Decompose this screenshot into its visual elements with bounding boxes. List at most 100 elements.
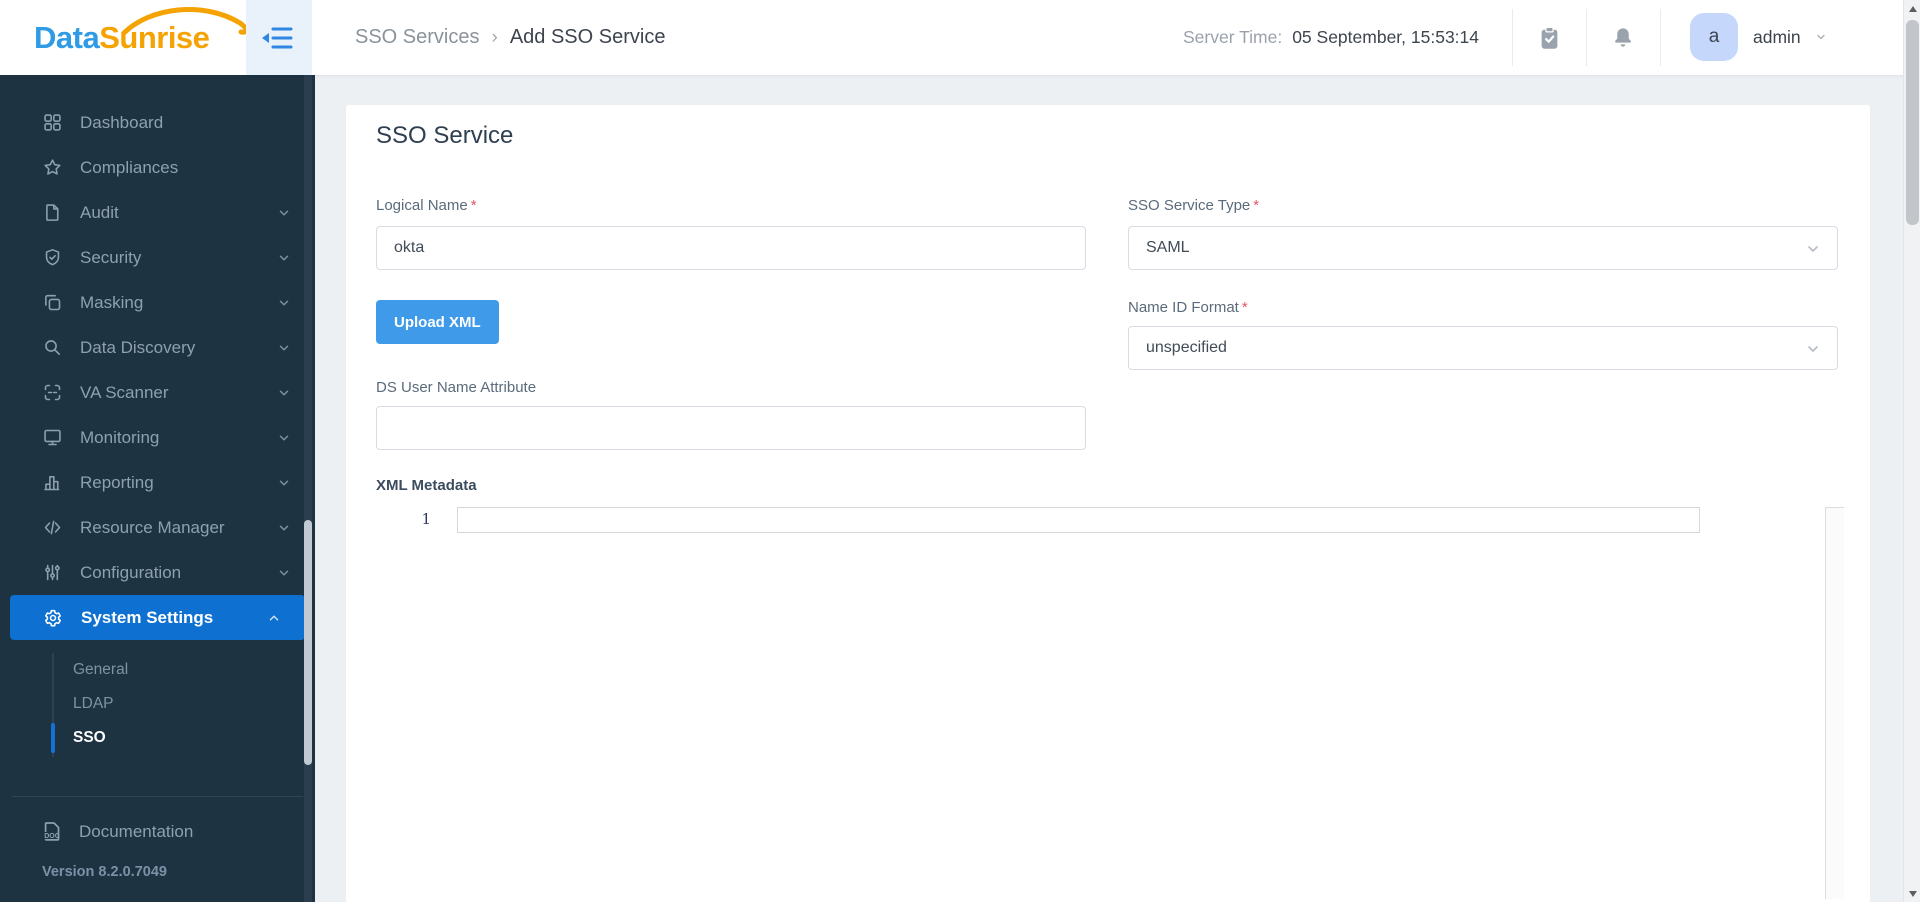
sidebar-scrollbar-track (304, 75, 312, 902)
sidebar-item-security[interactable]: Security (0, 235, 315, 280)
sidebar-item-label: Resource Manager (80, 517, 225, 537)
sidebar-item-compliances[interactable]: Compliances (0, 145, 315, 190)
svg-text:DOC: DOC (44, 833, 60, 840)
scan-frame-icon (44, 384, 61, 401)
subitem-label: SSO (73, 729, 106, 746)
sidebar-item-system-settings[interactable]: System Settings (10, 595, 305, 640)
search-icon (45, 340, 60, 355)
header-divider (1512, 9, 1513, 66)
datasunrise-logo[interactable]: Data Sunrise (34, 0, 249, 75)
copy-icon (45, 294, 61, 311)
dashboard-icon (44, 114, 61, 131)
documentation-label: Documentation (79, 821, 194, 841)
logo-text-data: Data (34, 19, 100, 55)
sidebar-subitem-general[interactable]: General (73, 653, 128, 687)
sunrise-arc-icon (121, 7, 249, 35)
server-time-label: Server Time: (1183, 27, 1283, 47)
sidebar-item-configuration[interactable]: Configuration (0, 550, 315, 595)
star-icon (44, 159, 61, 175)
sidebar-item-label: VA Scanner (80, 382, 169, 402)
scroll-up-button[interactable] (1904, 0, 1920, 17)
breadcrumb: SSO Services › Add SSO Service (355, 0, 665, 75)
sidebar-item-label: Security (80, 247, 142, 267)
required-asterisk: * (1241, 299, 1248, 316)
version-label: Version 8.2.0.7049 (42, 864, 167, 880)
chevron-down-icon (277, 251, 291, 265)
name-id-format-value: unspecified (1146, 339, 1227, 356)
submenu-active-indicator (51, 723, 55, 753)
tasks-button[interactable] (1530, 0, 1568, 75)
shield-check-icon (45, 249, 60, 266)
sidebar-subitem-ldap[interactable]: LDAP (73, 687, 114, 721)
sidebar-item-label: Monitoring (80, 427, 160, 447)
upload-xml-button[interactable]: Upload XML (376, 300, 499, 344)
sidebar-item-monitoring[interactable]: Monitoring (0, 415, 315, 460)
breadcrumb-add-sso-service: Add SSO Service (509, 26, 666, 48)
name-id-format-select[interactable]: unspecified (1128, 326, 1838, 370)
server-time-value: 05 September, 15:53:14 (1292, 27, 1480, 47)
bell-icon (1615, 28, 1631, 47)
header-divider (1586, 9, 1587, 66)
sso-service-type-value: SAML (1146, 239, 1190, 256)
sidebar-scrollbar-thumb[interactable] (304, 520, 312, 765)
sso-service-card: SSO Service Logical Name* Upload XML DS … (346, 105, 1870, 902)
sidebar-item-label: Audit (80, 202, 119, 222)
logical-name-label: Logical Name * (376, 197, 477, 214)
xml-editor-line[interactable] (457, 507, 1700, 533)
sidebar-item-audit[interactable]: Audit (0, 190, 315, 235)
sidebar-item-label: Data Discovery (80, 337, 196, 357)
user-menu[interactable]: admin (1753, 0, 1801, 75)
ds-user-name-attribute-input[interactable] (376, 406, 1086, 450)
sidebar-subitem-sso[interactable]: SSO (73, 721, 106, 755)
sidebar-item-label: Reporting (80, 472, 154, 492)
code-icon (44, 520, 61, 535)
breadcrumb-separator: › (491, 26, 498, 48)
sidebar-item-resource-manager[interactable]: Resource Manager (0, 505, 315, 550)
documentation-link[interactable]: DOC Documentation (0, 819, 315, 844)
chevron-down-icon (277, 296, 291, 310)
sso-service-type-select[interactable]: SAML (1128, 226, 1838, 270)
logical-name-input[interactable] (376, 226, 1086, 270)
chevron-down-icon (277, 431, 291, 445)
sidebar-collapse-button[interactable] (246, 0, 312, 75)
chevron-down-icon (1808, 246, 1818, 252)
arrow-up-icon (1908, 5, 1917, 12)
indent-left-icon (262, 27, 293, 48)
chevron-up-icon (267, 611, 281, 625)
editor-scrollbar-track[interactable] (1825, 507, 1844, 899)
subitem-label: General (73, 661, 129, 678)
page-scrollbar-thumb[interactable] (1906, 20, 1919, 225)
editor-line-number: 1 (421, 510, 431, 528)
avatar[interactable]: a (1690, 13, 1738, 61)
sidebar-item-reporting[interactable]: Reporting (0, 460, 315, 505)
sidebar-item-label: Dashboard (80, 112, 164, 132)
page-title: SSO Service (376, 122, 514, 149)
chevron-down-icon (277, 476, 291, 490)
clipboard-check-icon (1541, 26, 1557, 49)
ds-user-name-attribute-label: DS User Name Attribute (376, 379, 537, 396)
chevron-down-icon (277, 521, 291, 535)
header-divider (1660, 9, 1661, 66)
doc-file-icon: DOC (44, 822, 60, 841)
bar-chart-icon (44, 476, 60, 491)
sidebar-item-label: System Settings (81, 607, 214, 627)
sidebar-item-va-scanner[interactable]: VA Scanner (0, 370, 315, 415)
required-asterisk: * (1253, 197, 1260, 214)
notifications-button[interactable] (1604, 0, 1642, 75)
breadcrumb-sso-services[interactable]: SSO Services (355, 26, 479, 49)
sidebar-item-masking[interactable]: Masking (0, 280, 315, 325)
sidebar-item-data-discovery[interactable]: Data Discovery (0, 325, 315, 370)
avatar-initial: a (1708, 26, 1720, 47)
sidebar-item-label: Compliances (80, 157, 179, 177)
scroll-down-button[interactable] (1904, 885, 1920, 902)
server-time: Server Time: 05 September, 15:53:14 (1183, 0, 1479, 75)
sidebar: Dashboard Compliances Audit Security Mas… (0, 75, 315, 902)
chevron-down-icon (277, 206, 291, 220)
chevron-down-icon[interactable] (1814, 31, 1828, 43)
chevron-down-icon (277, 566, 291, 580)
chevron-down-icon (277, 341, 291, 355)
sliders-icon (45, 564, 60, 581)
sidebar-item-dashboard[interactable]: Dashboard (0, 100, 315, 145)
sso-service-type-label: SSO Service Type * (1128, 197, 1260, 214)
monitor-icon (44, 429, 61, 446)
